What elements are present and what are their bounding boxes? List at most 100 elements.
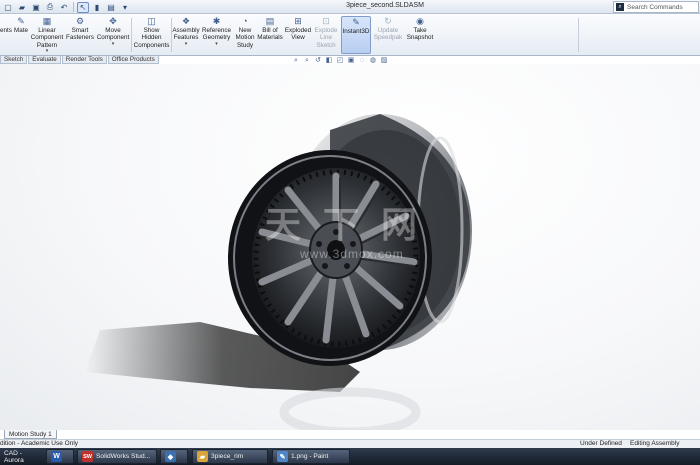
quick-access-toolbar: ▢ ▰ ▣ ⎙ ↶ ↖ ▮ ▤ ▾: [2, 1, 131, 13]
watermark-url: www.3dmox.com: [300, 247, 404, 261]
assembly-features-button[interactable]: ❖ Assembly Features ▾: [172, 16, 200, 54]
new-document-icon[interactable]: ▢: [2, 2, 14, 13]
taskbar-solidworks[interactable]: SW SolidWorks Stud...: [77, 449, 157, 464]
tab-render-tools[interactable]: Render Tools: [61, 56, 107, 64]
mate-icon: ✎: [17, 16, 25, 26]
smart-fasteners-button[interactable]: ⚙ Smart Fasteners: [66, 16, 94, 54]
exploded-view-button[interactable]: ⊞ Exploded View: [284, 16, 312, 54]
ribbon-label: Mate: [14, 27, 28, 34]
taskbar-label: CAD - Aurora: [4, 449, 24, 464]
tab-motion-study[interactable]: Motion Study 1: [4, 430, 57, 439]
word-icon: W: [51, 451, 62, 462]
linear-component-pattern-button[interactable]: ▦ Linear Component Pattern ▾: [30, 16, 64, 54]
app-icon: ◆: [165, 451, 176, 462]
search-placeholder: Search Commands: [627, 3, 683, 11]
update-speedpak-icon: ↻: [384, 16, 392, 26]
chevron-down-icon[interactable]: ▾: [185, 41, 188, 47]
status-edition: dition - Academic Use Only: [0, 440, 79, 447]
chevron-down-icon[interactable]: ▾: [46, 49, 49, 54]
watermark-logo: 天 下 网: [265, 204, 424, 245]
options-icon[interactable]: ▾: [119, 2, 131, 13]
heads-up-view-toolbar: ⌕ ⌕ ↺ ◧ ◰ ▣ ◌ ◍ ▨: [292, 56, 388, 66]
ribbon-label: Explode Line Sketch: [314, 27, 338, 49]
ribbon-label: Bill of Materials: [257, 27, 283, 42]
solidworks-window: ▢ ▰ ▣ ⎙ ↶ ↖ ▮ ▤ ▾ 3piece_second.SLDASM ⌕…: [0, 0, 700, 465]
hide-show-icon[interactable]: ◌: [358, 57, 366, 65]
previous-view-icon[interactable]: ↺: [314, 57, 322, 65]
section-view-icon[interactable]: ◧: [325, 57, 333, 65]
explode-line-sketch-button[interactable]: ⊡ Explode Line Sketch: [313, 16, 339, 54]
apply-scene-icon[interactable]: ▨: [380, 57, 388, 65]
print-icon[interactable]: ⎙: [44, 2, 56, 13]
title-bar: ▢ ▰ ▣ ⎙ ↶ ↖ ▮ ▤ ▾ 3piece_second.SLDASM ⌕…: [0, 0, 700, 14]
instant3d-icon: ✎: [352, 17, 360, 27]
search-commands-box[interactable]: ⌕ Search Commands: [613, 1, 699, 13]
status-definition: Under Defined: [580, 440, 622, 447]
ribbon-partial-components[interactable]: ents: [0, 16, 12, 54]
toolbar-separator: [73, 2, 74, 12]
zoom-area-icon[interactable]: ⌕: [303, 57, 311, 65]
taskbar-label: 1.png - Paint: [291, 453, 329, 460]
mate-button[interactable]: ✎ Mate: [13, 16, 29, 54]
tab-sketch[interactable]: Sketch: [0, 56, 28, 64]
rebuild-icon[interactable]: ▮: [91, 2, 103, 13]
chevron-down-icon[interactable]: ▾: [215, 41, 218, 47]
open-folder-icon[interactable]: ▰: [16, 2, 28, 13]
chevron-down-icon[interactable]: ▾: [112, 41, 115, 47]
view-orientation-icon[interactable]: ◰: [336, 57, 344, 65]
exploded-view-icon: ⊞: [294, 16, 302, 26]
reference-geometry-icon: ✱: [212, 16, 221, 26]
status-editing-mode: Editing Assembly: [630, 440, 680, 447]
select-pointer-icon[interactable]: ↖: [77, 1, 89, 13]
camera-icon: ◉: [416, 16, 424, 26]
search-icon: ⌕: [616, 3, 624, 11]
ribbon-label: Move Component: [96, 27, 130, 42]
move-component-button[interactable]: ✥ Move Component ▾: [96, 16, 130, 54]
ribbon-label: Exploded View: [284, 27, 312, 42]
file-properties-icon[interactable]: ▤: [105, 2, 117, 13]
floor-reflection: [279, 387, 421, 430]
assembly-features-icon: ❖: [181, 16, 191, 26]
taskbar-word[interactable]: W: [46, 449, 74, 464]
solidworks-icon: SW: [82, 451, 93, 462]
window-title: 3piece_second.SLDASM: [346, 2, 424, 9]
instant3d-button[interactable]: ✎ Instant3D: [341, 16, 371, 54]
reference-geometry-button[interactable]: ✱ Reference Geometry ▾: [201, 16, 232, 54]
save-icon[interactable]: ▣: [30, 2, 42, 13]
fastener-icon: ⚙: [75, 16, 85, 26]
taskbar-app[interactable]: ◆: [160, 449, 188, 464]
ribbon-label: Linear Component Pattern: [30, 27, 64, 49]
ribbon-label: Instant3D: [342, 28, 370, 35]
tab-office-products[interactable]: Office Products: [107, 56, 159, 64]
command-manager-tabs: Sketch Evaluate Render Tools Office Prod…: [0, 56, 159, 64]
show-hidden-components-button[interactable]: ◫ Show Hidden Components: [133, 16, 170, 54]
ribbon-label: Update Speedpak: [373, 27, 403, 42]
bill-of-materials-button[interactable]: ▤ Bill of Materials: [257, 16, 283, 54]
paint-icon: ✎: [277, 451, 288, 462]
taskbar-paint[interactable]: ✎ 1.png - Paint: [272, 449, 350, 464]
zoom-fit-icon[interactable]: ⌕: [292, 57, 300, 65]
taskbar-label: 3piece_rim: [211, 453, 244, 460]
components-icon: [1, 16, 11, 26]
update-speedpak-button[interactable]: ↻ Update Speedpak: [373, 16, 403, 54]
command-manager-ribbon: ents ✎ Mate ▦ Linear Component Pattern ▾…: [0, 14, 700, 56]
new-motion-study-button[interactable]: ◔ New Motion Study: [234, 16, 256, 54]
folder-icon: ▰: [197, 451, 208, 462]
ribbon-separator: [578, 18, 579, 52]
take-snapshot-button[interactable]: ◉ Take Snapshot: [405, 16, 435, 54]
display-style-icon[interactable]: ▣: [347, 57, 355, 65]
edit-appearance-icon[interactable]: ◍: [369, 57, 377, 65]
ribbon-label: Show Hidden Components: [133, 27, 170, 49]
taskbar-folder-3piece-rim[interactable]: ▰ 3piece_rim: [192, 449, 268, 464]
taskbar-label: SolidWorks Stud...: [96, 453, 151, 460]
undo-icon[interactable]: ↶: [58, 2, 70, 13]
motion-study-icon: ◔: [242, 16, 248, 26]
linear-pattern-icon: ▦: [42, 16, 52, 26]
windows-taskbar: CAD - Aurora W SW SolidWorks Stud... ◆ ▰…: [0, 448, 700, 465]
bill-of-materials-icon: ▤: [265, 16, 275, 26]
taskbar-cad-aurora[interactable]: CAD - Aurora: [0, 449, 44, 464]
ribbon-separator: [131, 18, 132, 52]
status-bar: dition - Academic Use Only Under Defined…: [0, 439, 700, 448]
ribbon-label: Smart Fasteners: [66, 27, 94, 42]
tab-evaluate[interactable]: Evaluate: [28, 56, 61, 64]
